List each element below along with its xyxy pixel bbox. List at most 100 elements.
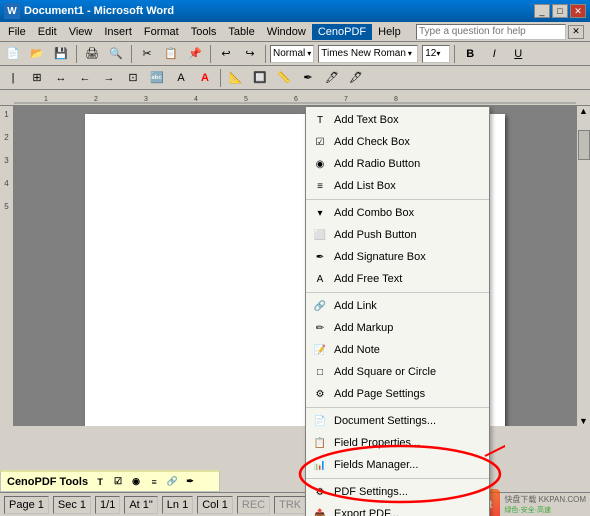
new-button[interactable]: 📄 [2, 44, 24, 64]
style-dropdown[interactable]: Normal ▾ [270, 45, 314, 63]
menu-edit[interactable]: Edit [32, 24, 63, 40]
menu-document-settings[interactable]: 📄 Document Settings... [306, 410, 489, 432]
menu-add-push-button[interactable]: ⬜ Add Push Button [306, 224, 489, 246]
menu-add-square-circle[interactable]: □ Add Square or Circle [306, 361, 489, 383]
menu-add-note[interactable]: 📝 Add Note [306, 339, 489, 361]
menu-format[interactable]: Format [138, 24, 185, 40]
tb2-btn8[interactable]: A [170, 68, 192, 88]
svg-text:6: 6 [294, 96, 298, 103]
size-value: 12 [425, 48, 436, 59]
push-button-icon: ⬜ [312, 227, 328, 243]
menu-view[interactable]: View [63, 24, 99, 40]
menu-help[interactable]: Help [372, 24, 407, 40]
close-button-2[interactable]: ✕ [568, 25, 584, 39]
print-button[interactable]: 🖨 [81, 44, 103, 64]
cenopdf-tool-6[interactable]: ✒ [182, 474, 198, 490]
menu-fields-manager[interactable]: 📊 Fields Manager... [306, 454, 489, 476]
menu-add-radio-button[interactable]: ◉ Add Radio Button [306, 153, 489, 175]
open-button[interactable]: 📂 [26, 44, 48, 64]
tb2-btn10[interactable]: 📐 [225, 68, 247, 88]
menu-pdf-settings[interactable]: ⚙ PDF Settings... [306, 481, 489, 503]
maximize-button[interactable]: □ [552, 4, 568, 18]
cenopdf-dropdown-menu: T Add Text Box ☑ Add Check Box ◉ Add Rad… [305, 106, 490, 516]
status-rec: REC [237, 496, 270, 514]
undo-button[interactable]: ↩ [215, 44, 237, 64]
cenopdf-tool-2[interactable]: ☑ [110, 474, 126, 490]
save-button[interactable]: 💾 [50, 44, 72, 64]
cenopdf-tool-4[interactable]: ≡ [146, 474, 162, 490]
paste-button[interactable]: 📌 [184, 44, 206, 64]
check-box-icon: ☑ [312, 134, 328, 150]
redo-button[interactable]: ↪ [239, 44, 261, 64]
scroll-down-btn[interactable]: ▼ [579, 416, 588, 426]
menu-tools[interactable]: Tools [185, 24, 223, 40]
minimize-button[interactable]: _ [534, 4, 550, 18]
add-combo-box-label: Add Combo Box [334, 207, 414, 219]
style-arrow: ▾ [307, 49, 311, 58]
italic-button[interactable]: I [483, 44, 505, 64]
tb2-btn7[interactable]: 🔤 [146, 68, 168, 88]
tb2-btn6[interactable]: ⊡ [122, 68, 144, 88]
separator [131, 45, 132, 63]
menu-table[interactable]: Table [222, 24, 260, 40]
menu-add-link[interactable]: 🔗 Add Link [306, 295, 489, 317]
menu-add-free-text[interactable]: A Add Free Text [306, 268, 489, 290]
menu-file[interactable]: File [2, 24, 32, 40]
close-button[interactable]: ✕ [570, 4, 586, 18]
tb2-btn5[interactable]: → [98, 68, 120, 88]
scroll-up-btn[interactable]: ▲ [579, 106, 588, 116]
font-dropdown[interactable]: Times New Roman ▾ [318, 45, 418, 63]
tb2-btn15[interactable]: 🖋 [345, 68, 367, 88]
menu-add-check-box[interactable]: ☑ Add Check Box [306, 131, 489, 153]
markup-icon: ✏ [312, 320, 328, 336]
cenopdf-tool-3[interactable]: ◉ [128, 474, 144, 490]
menu-cenopdf[interactable]: CenoPDF [312, 24, 372, 40]
menu-add-page-settings[interactable]: ⚙ Add Page Settings [306, 383, 489, 405]
menu-field-properties[interactable]: 📋 Field Properties... [306, 432, 489, 454]
tb2-btn12[interactable]: 📏 [273, 68, 295, 88]
free-text-icon: A [312, 271, 328, 287]
watermark-text: 快盘下载 KKPAN.COM 绿色·安全·高速 [504, 494, 586, 515]
scroll-thumb[interactable] [578, 130, 590, 160]
separator [265, 45, 266, 63]
cut-button[interactable]: ✂ [136, 44, 158, 64]
menu-add-combo-box[interactable]: ▾ Add Combo Box [306, 202, 489, 224]
cenopdf-tool-1[interactable]: T [92, 474, 108, 490]
title-bar: W Document1 - Microsoft Word _ □ ✕ [0, 0, 590, 22]
cenopdf-tool-5[interactable]: 🔗 [164, 474, 180, 490]
menu-window[interactable]: Window [261, 24, 312, 40]
menu-add-signature-box[interactable]: ✒ Add Signature Box [306, 246, 489, 268]
preview-button[interactable]: 🔍 [105, 44, 127, 64]
tb2-btn11[interactable]: 🔲 [249, 68, 271, 88]
tb2-btn13[interactable]: ✒ [297, 68, 319, 88]
menu-bar: File Edit View Insert Format Tools Table… [0, 22, 590, 42]
menu-add-text-box[interactable]: T Add Text Box [306, 109, 489, 131]
help-search-input[interactable] [416, 24, 566, 40]
combo-box-icon: ▾ [312, 205, 328, 221]
watermark-tagline: 绿色·安全·高速 [504, 505, 586, 515]
menu-add-markup[interactable]: ✏ Add Markup [306, 317, 489, 339]
tb2-btn14[interactable]: 🖊 [321, 68, 343, 88]
tb2-btn4[interactable]: ← [74, 68, 96, 88]
document-area[interactable] [14, 106, 576, 426]
window-title: Document1 - Microsoft Word [24, 5, 174, 17]
separator [76, 45, 77, 63]
vertical-scrollbar[interactable]: ▲ ▼ [576, 106, 590, 426]
bold-button[interactable]: B [459, 44, 481, 64]
add-note-label: Add Note [334, 344, 380, 356]
copy-button[interactable]: 📋 [160, 44, 182, 64]
watermark-line1: 快盘下载 KKPAN.COM [504, 494, 586, 505]
menu-export-pdf[interactable]: 📤 Export PDF... [306, 503, 489, 516]
tb2-btn3[interactable]: ↔ [50, 68, 72, 88]
main-area: 12345 ▲ ▼ T Add Text Box ☑ Add Check Box… [0, 106, 590, 426]
tb2-btn9[interactable]: A [194, 68, 216, 88]
field-properties-icon: 📋 [312, 435, 328, 451]
tb2-btn2[interactable]: ⊞ [26, 68, 48, 88]
tb2-btn1[interactable]: | [2, 68, 24, 88]
underline-button[interactable]: U [507, 44, 529, 64]
size-dropdown[interactable]: 12 ▾ [422, 45, 450, 63]
separator [306, 407, 489, 408]
link-icon: 🔗 [312, 298, 328, 314]
menu-insert[interactable]: Insert [98, 24, 138, 40]
menu-add-list-box[interactable]: ≡ Add List Box [306, 175, 489, 197]
